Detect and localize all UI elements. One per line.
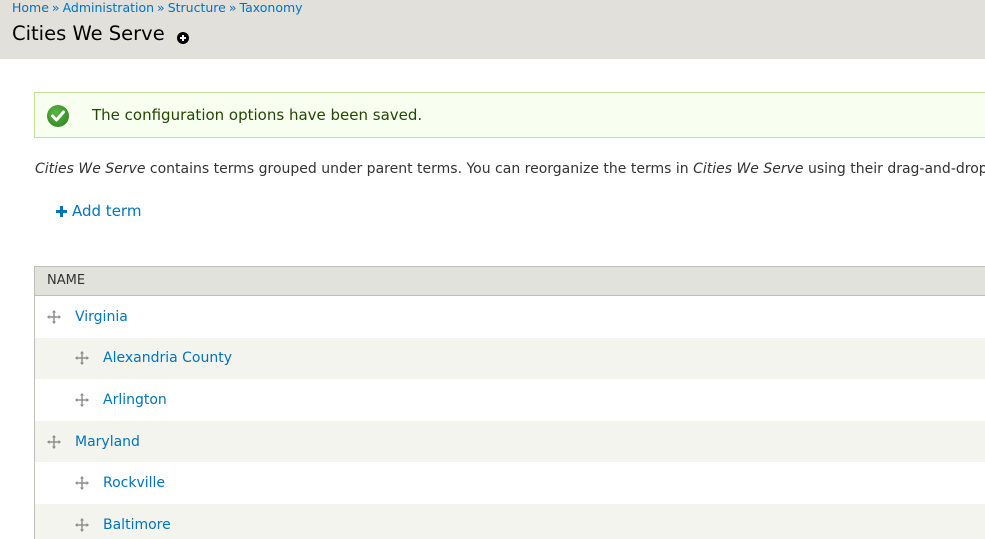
breadcrumb: Home» Administration» Structure» Taxonomy: [12, 0, 303, 16]
table-header-name: Name: [35, 266, 985, 296]
terms-table: Name Virginia Alexandria County Arlington M…: [34, 266, 985, 539]
breadcrumb-structure[interactable]: Structure: [168, 0, 226, 15]
status-message-text: The configuration options have been save…: [92, 106, 423, 124]
status-message: The configuration options have been save…: [34, 92, 985, 138]
term-link[interactable]: Virginia: [75, 308, 128, 326]
table-row: Alexandria County: [35, 337, 985, 380]
table-row: Arlington: [35, 379, 985, 421]
description-text: using their drag-and-drop handles.: [807, 161, 985, 177]
breadcrumb-taxonomy[interactable]: Taxonomy: [240, 0, 303, 15]
term-link[interactable]: Rockville: [103, 474, 165, 492]
drag-handle-icon[interactable]: [75, 517, 89, 532]
drag-handle-icon[interactable]: [75, 476, 89, 491]
add-term-label: Add term: [72, 202, 142, 220]
term-link[interactable]: Maryland: [75, 433, 140, 451]
vocabulary-name: Cities We Serve: [35, 161, 146, 177]
breadcrumb-administration[interactable]: Administration: [63, 0, 154, 15]
breadcrumb-separator: »: [157, 0, 165, 15]
term-link[interactable]: Alexandria County: [103, 349, 232, 367]
table-row: Baltimore: [35, 503, 985, 539]
breadcrumb-separator: »: [51, 0, 60, 15]
check-circle-icon: [47, 105, 69, 127]
plus-icon: [56, 205, 67, 217]
term-link[interactable]: Arlington: [103, 391, 167, 409]
drag-handle-icon[interactable]: [47, 309, 61, 324]
drag-handle-icon[interactable]: [75, 392, 89, 407]
drag-handle-icon[interactable]: [47, 434, 61, 449]
add-shortcut-icon[interactable]: [177, 32, 189, 44]
table-row: Virginia: [35, 296, 985, 338]
table-row: Rockville: [35, 462, 985, 504]
add-term-button[interactable]: Add term: [56, 201, 141, 221]
page-title: Cities We Serve: [12, 22, 165, 45]
vocabulary-description: Cities We Serve contains terms grouped u…: [35, 160, 985, 178]
description-text: contains terms grouped under parent term…: [145, 161, 694, 177]
breadcrumb-home[interactable]: Home: [12, 0, 49, 15]
breadcrumb-separator: »: [228, 0, 237, 15]
table-row: Maryland: [35, 420, 985, 463]
page-header: Home» Administration» Structure» Taxonomy C…: [0, 0, 985, 59]
drag-handle-icon[interactable]: [75, 351, 89, 366]
term-link[interactable]: Baltimore: [103, 516, 171, 534]
vocabulary-name: Cities We Serve: [693, 161, 804, 177]
